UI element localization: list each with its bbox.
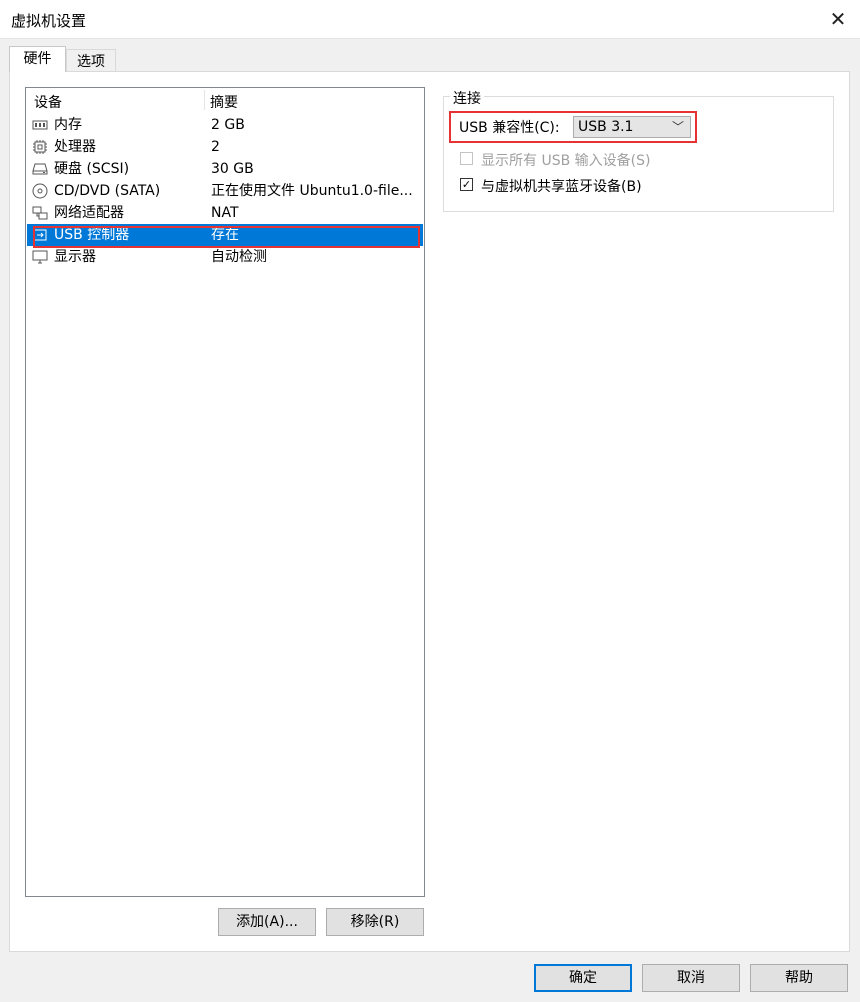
device-summary: 30 GB (211, 161, 254, 177)
memory-icon (32, 117, 48, 133)
usb-compat-value: USB 3.1 (578, 119, 634, 135)
device-name: 内存 (54, 117, 82, 133)
device-row-processor[interactable]: 处理器 2 (27, 136, 423, 158)
share-bluetooth-label: 与虚拟机共享蓝牙设备(B) (481, 179, 642, 195)
window-title: 虚拟机设置 (11, 12, 87, 30)
chevron-down-icon: ﹀ (671, 120, 684, 134)
device-summary: 正在使用文件 Ubuntu1.0-file... (211, 183, 413, 199)
column-header-summary[interactable]: 摘要 (210, 92, 238, 112)
cd-dvd-icon (32, 183, 48, 199)
close-icon[interactable]: ✕ (824, 5, 852, 33)
device-summary: 自动检测 (211, 249, 267, 265)
device-summary: 2 (211, 139, 220, 155)
device-name: CD/DVD (SATA) (54, 183, 161, 199)
usb-controller-icon (32, 227, 48, 243)
device-summary: 2 GB (211, 117, 245, 133)
column-divider[interactable] (204, 90, 205, 110)
usb-compat-select[interactable]: USB 3.1 ﹀ (573, 116, 691, 138)
device-name: 处理器 (54, 139, 96, 155)
share-bluetooth-checkbox[interactable]: ✓ (460, 178, 473, 191)
help-button[interactable]: 帮助 (750, 964, 848, 992)
hard-disk-icon (32, 161, 48, 177)
column-header-device[interactable]: 设备 (34, 92, 62, 112)
processor-icon (32, 139, 48, 155)
remove-button[interactable]: 移除(R) (326, 908, 424, 936)
title-bar: 虚拟机设置 ✕ (0, 0, 860, 39)
add-button[interactable]: 添加(A)... (218, 908, 316, 936)
device-row-display[interactable]: 显示器 自动检测 (27, 246, 423, 268)
device-summary: NAT (211, 205, 239, 221)
usb-compat-label: USB 兼容性(C): (459, 120, 560, 136)
cancel-button[interactable]: 取消 (642, 964, 740, 992)
tab-options[interactable]: 选项 (66, 49, 116, 73)
list-header: 设备 摘要 (26, 88, 424, 112)
display-icon (32, 249, 48, 265)
device-row-hard-disk[interactable]: 硬盘 (SCSI) 30 GB (27, 158, 423, 180)
device-name: USB 控制器 (54, 227, 130, 243)
device-name: 显示器 (54, 249, 96, 265)
device-row-usb-controller[interactable]: USB 控制器 存在 (27, 224, 423, 246)
show-all-usb-label: 显示所有 USB 输入设备(S) (481, 153, 651, 169)
device-name: 网络适配器 (54, 205, 124, 221)
connection-group-label: 连接 (450, 88, 484, 108)
device-row-memory[interactable]: 内存 2 GB (27, 114, 423, 136)
device-summary: 存在 (211, 227, 239, 243)
device-row-network-adapter[interactable]: 网络适配器 NAT (27, 202, 423, 224)
show-all-usb-checkbox[interactable] (460, 152, 473, 165)
device-row-cd-dvd[interactable]: CD/DVD (SATA) 正在使用文件 Ubuntu1.0-file... (27, 180, 423, 202)
network-adapter-icon (32, 205, 48, 221)
device-name: 硬盘 (SCSI) (54, 161, 130, 177)
tab-hardware[interactable]: 硬件 (9, 46, 66, 72)
device-list[interactable]: 设备 摘要 内存 2 GB 处理器 2 硬盘 (SCSI) 30 GB CD/D… (25, 87, 425, 897)
ok-button[interactable]: 确定 (534, 964, 632, 992)
